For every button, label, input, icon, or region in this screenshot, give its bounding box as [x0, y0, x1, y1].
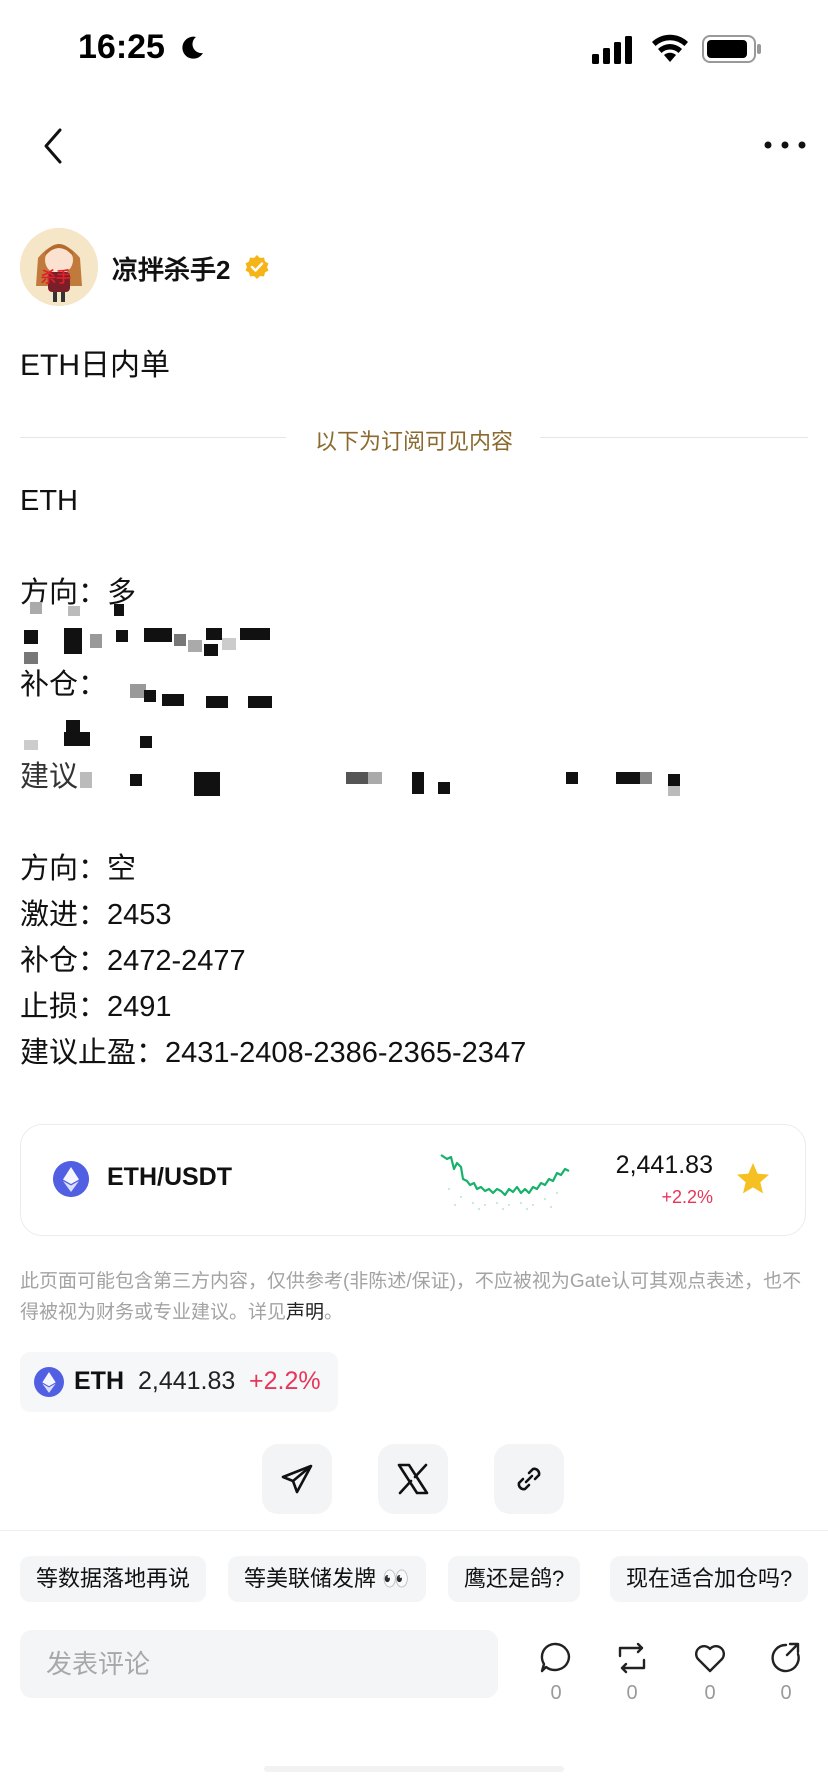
long-take-profit-partial: 建议 [20, 761, 79, 793]
disclaimer-link[interactable]: 声明 [286, 1302, 324, 1323]
moon-icon [182, 36, 203, 59]
avatar[interactable]: 杀手 [20, 228, 98, 306]
repost-count-button[interactable]: 0 [602, 1640, 662, 1720]
eth-logo-icon [34, 1367, 64, 1397]
short-direction: 方向：空 [20, 853, 137, 885]
disclaimer-text: 此页面可能包含第三方内容，仅供参考(非陈述/保证)，不应被视为Gate认可其观点… [20, 1271, 802, 1323]
nav-bar [0, 110, 828, 180]
share-count-button[interactable]: 0 [756, 1640, 816, 1720]
subscribe-divider-text: 以下为订阅可见内容 [314, 429, 513, 454]
ticker-pair: ETH/USDT [107, 1163, 232, 1191]
suggestion-chip[interactable]: 等数据落地再说 [20, 1556, 207, 1602]
comment-bubble-icon [540, 1642, 571, 1673]
subscribe-divider: 以下为订阅可见内容 [20, 420, 808, 456]
suggestion-chip[interactable]: 等美联储发牌 👀 [228, 1556, 426, 1602]
status-bar: 16:25 [0, 0, 828, 96]
eth-logo-icon [53, 1161, 89, 1197]
short-aggressive-entry: 激进：2453 [20, 899, 172, 931]
telegram-icon [281, 1464, 313, 1494]
divider-line-right [540, 437, 808, 438]
censored-content-block [20, 594, 680, 804]
cellular-signal-icon [592, 36, 632, 64]
ticker-card[interactable]: ETH/USDT 2,441.83 +2.2% [20, 1124, 806, 1236]
coin-chip-change: +2.2% [249, 1367, 321, 1395]
suggestion-chip[interactable]: 现在适合加仓吗? [610, 1556, 809, 1602]
share-link-button[interactable] [494, 1444, 564, 1514]
suggestion-chip[interactable]: 鹰还是鸽? [448, 1556, 581, 1602]
share-x-button[interactable] [378, 1444, 448, 1514]
comment-input[interactable] [20, 1630, 498, 1698]
more-horizontal-icon [764, 141, 806, 149]
price-sparkline [440, 1154, 570, 1210]
share-telegram-button[interactable] [262, 1444, 332, 1514]
ticker-change: +2.2% [661, 1187, 713, 1207]
ticker-price: 2,441.83 [615, 1151, 713, 1179]
long-add-position: 补仓： [20, 669, 108, 701]
share-count: 0 [780, 1682, 792, 1704]
battery-icon [702, 35, 761, 63]
coin-chip-name: ETH [74, 1367, 124, 1395]
coin-chip-price: 2,441.83 [138, 1367, 236, 1395]
comment-count: 0 [550, 1682, 562, 1704]
avatar-text: 杀手 [41, 269, 72, 286]
x-icon [397, 1463, 429, 1495]
author-name[interactable]: 凉拌杀手2 [112, 250, 230, 287]
home-indicator [264, 1766, 564, 1772]
author-header[interactable]: 杀手 凉拌杀手2 [20, 228, 620, 308]
link-icon [517, 1467, 541, 1491]
like-count: 0 [704, 1682, 716, 1704]
short-stop-loss: 止损：2491 [20, 991, 172, 1023]
coin-chip[interactable]: ETH 2,441.83 +2.2% [20, 1352, 338, 1412]
repost-count: 0 [626, 1682, 638, 1704]
post-symbol: ETH [20, 485, 78, 517]
status-time: 16:25 [78, 28, 165, 66]
chevron-left-icon [44, 128, 62, 164]
heart-icon [695, 1645, 725, 1673]
disclaimer-end: 。 [324, 1302, 344, 1323]
back-button[interactable] [34, 124, 74, 168]
post-title: ETH日内单 [20, 349, 170, 382]
favorite-star-icon[interactable] [735, 1161, 771, 1197]
comment-count-button[interactable]: 0 [526, 1640, 586, 1720]
like-count-button[interactable]: 0 [680, 1640, 740, 1720]
repost-icon [618, 1642, 646, 1674]
disclaimer: 此页面可能包含第三方内容，仅供参考(非陈述/保证)，不应被视为Gate认可其观点… [20, 1266, 810, 1328]
wifi-icon [652, 34, 688, 62]
section-divider [0, 1530, 828, 1531]
short-add-position: 补仓：2472-2477 [20, 945, 246, 977]
short-take-profit: 建议止盈：2431-2408-2386-2365-2347 [20, 1037, 527, 1069]
share-arrow-icon [771, 1642, 800, 1673]
more-options-button[interactable] [760, 130, 810, 160]
verified-badge-icon [245, 255, 269, 279]
